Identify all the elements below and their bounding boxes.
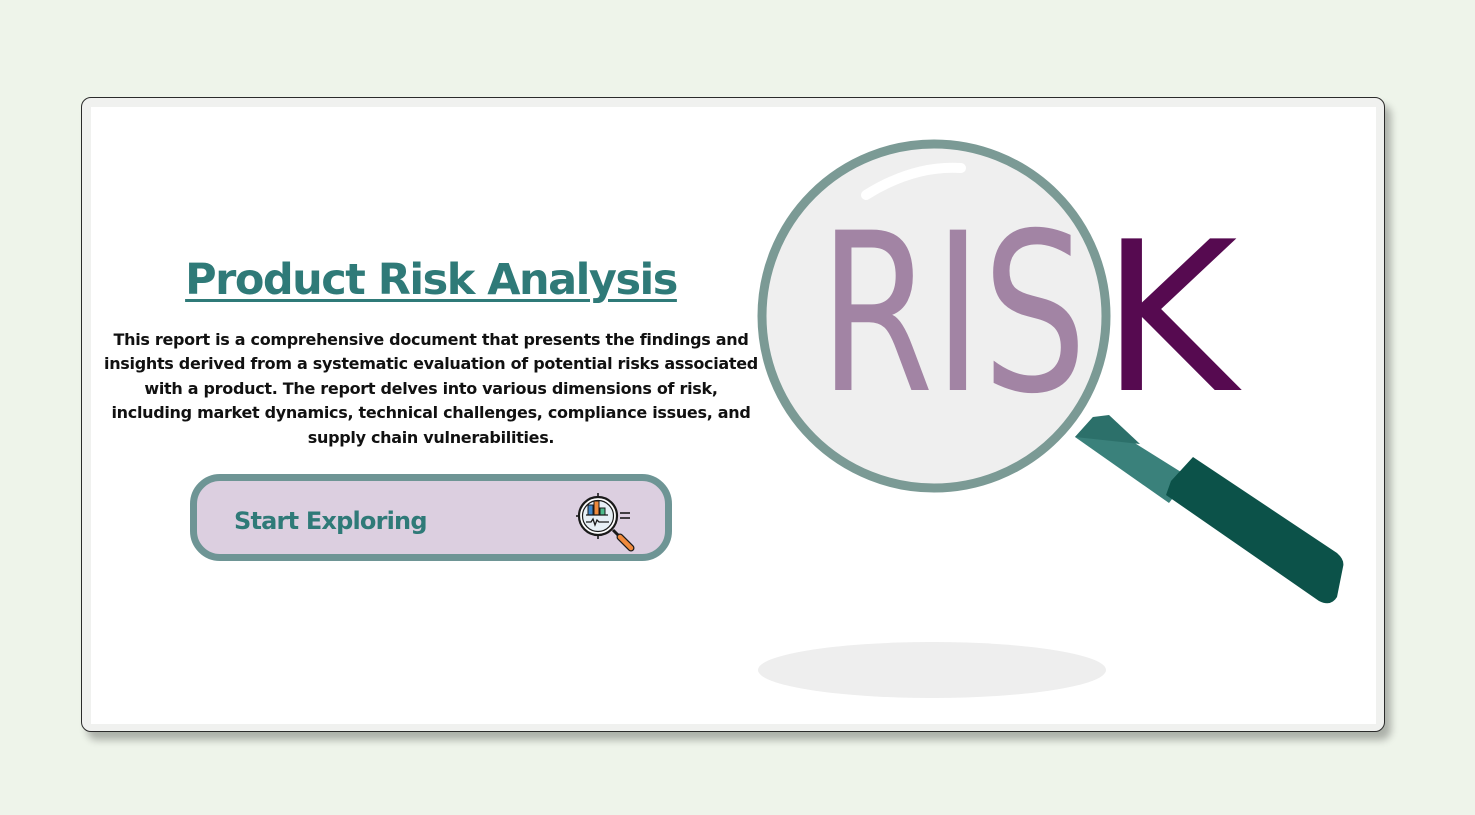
lens-glare bbox=[861, 162, 966, 200]
start-exploring-label: Start Exploring bbox=[234, 507, 428, 535]
glass-lens bbox=[757, 139, 1111, 493]
glass-handle-grip bbox=[1166, 457, 1344, 604]
risk-word-outside-lens: K bbox=[1101, 198, 1242, 440]
report-card: Product Risk Analysis This report is a c… bbox=[81, 97, 1385, 732]
report-description: This report is a comprehensive document … bbox=[104, 330, 758, 447]
page-title[interactable]: Product Risk Analysis bbox=[171, 253, 691, 307]
risk-word-inside-lens: RIS bbox=[819, 186, 1087, 442]
magnifier-chart-icon bbox=[576, 493, 635, 552]
card-content: Product Risk Analysis This report is a c… bbox=[91, 107, 1376, 724]
start-exploring-button[interactable]: Start Exploring bbox=[190, 474, 672, 561]
glass-handle-neck bbox=[1075, 417, 1189, 503]
glass-shadow bbox=[758, 642, 1106, 698]
